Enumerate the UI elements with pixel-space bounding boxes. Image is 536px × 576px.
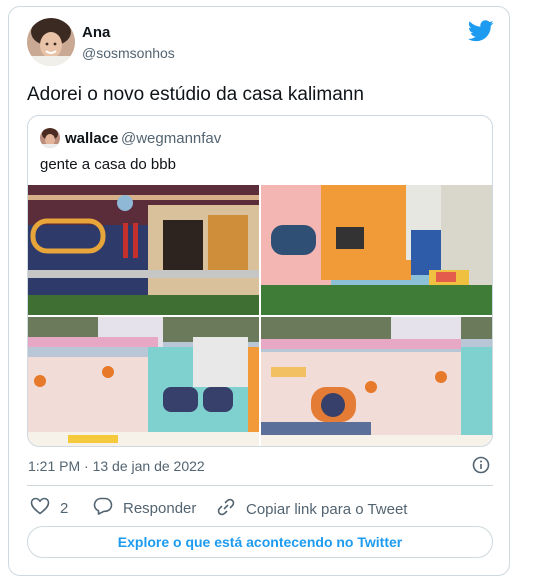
photo-1[interactable] [28,185,259,315]
author-avatar[interactable] [27,18,75,66]
twitter-bird-icon[interactable] [467,20,494,42]
quoted-tweet[interactable]: wallace @wegmannfav gente a casa do bbb [27,115,493,447]
info-icon[interactable] [472,456,490,474]
tweet-timestamp[interactable]: 1:21 PM · 13 de jan de 2022 [28,458,205,474]
photo-2[interactable] [261,185,492,315]
tweet-text: Adorei o novo estúdio da casa kalimann [27,84,364,105]
author-name[interactable]: Ana [82,24,110,41]
reply-label: Responder [123,499,197,517]
quoted-author-handle[interactable]: @wegmannfav [121,130,221,147]
copy-link-label: Copiar link para o Tweet [246,500,408,518]
author-handle[interactable]: @sosmsonhos [82,45,175,61]
photo-grid [28,185,492,446]
reply-icon [93,497,123,519]
explore-button[interactable]: Explore o que está acontecendo no Twitte… [27,526,493,558]
copy-link-button[interactable]: Copiar link para o Tweet [216,497,407,521]
quoted-author-name[interactable]: wallace [65,130,118,147]
reply-button[interactable]: Responder [93,497,196,519]
divider [27,485,493,486]
quoted-text: gente a casa do bbb [40,156,176,173]
link-icon [216,497,246,521]
photo-4[interactable] [261,317,492,446]
like-count: 2 [60,499,69,517]
like-button[interactable]: 2 [30,497,68,519]
heart-icon [30,497,60,519]
photo-3[interactable] [28,317,259,446]
quoted-author-avatar[interactable] [40,128,60,148]
